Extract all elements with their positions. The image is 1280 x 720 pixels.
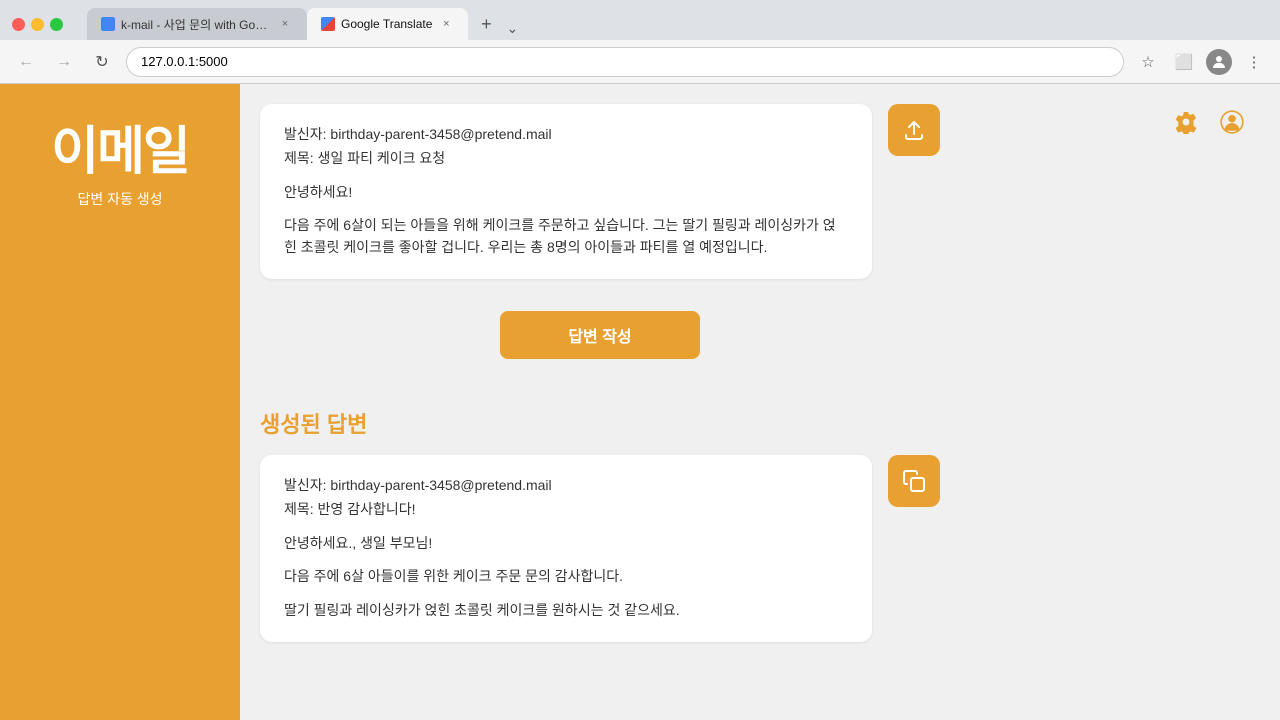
tab-mail-title: k-mail - 사업 문의 with Google... (121, 16, 271, 33)
menu-button[interactable]: ⋮ (1240, 48, 1268, 76)
extensions-button[interactable]: ⬜ (1170, 48, 1198, 76)
mail-favicon (101, 17, 115, 31)
email-sender-line: 발신자: birthday-parent-3458@pretend.mail (284, 124, 848, 144)
profile-avatar[interactable] (1206, 49, 1232, 75)
reply-sender-email: birthday-parent-3458@pretend.mail (330, 477, 551, 493)
maximize-button[interactable] (50, 18, 63, 31)
address-bar: ← → ↻ ☆ ⬜ ⋮ (0, 40, 1280, 84)
tab-translate[interactable]: Google Translate × (307, 8, 468, 40)
generated-reply-card-row: 발신자: birthday-parent-3458@pretend.mail 제… (260, 455, 940, 658)
reply-subject-text: 반영 감사합니다! (318, 501, 416, 517)
sidebar-title: 이메일 (51, 124, 189, 181)
close-button[interactable] (12, 18, 25, 31)
email-card: 발신자: birthday-parent-3458@pretend.mail 제… (260, 104, 872, 279)
tabs-bar: k-mail - 사업 문의 with Google... × Google T… (75, 8, 536, 40)
upload-button[interactable] (888, 104, 940, 156)
reply-body1: 다음 주에 6살 아들이를 위한 케이크 주문 문의 감사합니다. (284, 565, 848, 587)
star-button[interactable]: ☆ (1134, 48, 1162, 76)
subject-label: 제목: (284, 150, 314, 166)
tab-menu-button[interactable]: ⌄ (500, 16, 524, 40)
sidebar: 이메일 답변 자동 생성 (0, 84, 240, 720)
reply-body2: 딸기 필링과 레이싱카가 얹힌 초콜릿 케이크를 원하시는 것 같으세요. (284, 599, 848, 621)
tab-translate-close[interactable]: × (438, 16, 454, 32)
generated-reply-section: 생성된 답변 발신자: birthday-parent-3458@pretend… (260, 407, 1250, 658)
profile-icon-button[interactable] (1214, 104, 1250, 140)
email-subject-line: 제목: 생일 파티 케이크 요청 (284, 148, 848, 168)
copy-button[interactable] (888, 455, 940, 507)
new-tab-button[interactable]: + (472, 10, 500, 38)
generated-reply-card: 발신자: birthday-parent-3458@pretend.mail 제… (260, 455, 872, 642)
sender-email: birthday-parent-3458@pretend.mail (330, 126, 551, 142)
tab-translate-title: Google Translate (341, 17, 432, 31)
generated-reply-title: 생성된 답변 (260, 407, 880, 439)
title-bar: k-mail - 사업 문의 with Google... × Google T… (0, 0, 1280, 40)
email-subject-text: 생일 파티 케이크 요청 (318, 150, 446, 166)
write-reply-button[interactable]: 답변 작성 (500, 311, 700, 359)
forward-button[interactable]: → (50, 48, 78, 76)
page-content: 이메일 답변 자동 생성 발신자: (0, 84, 1280, 720)
google-translate-favicon (321, 17, 335, 31)
email-card-row: 발신자: birthday-parent-3458@pretend.mail 제… (260, 104, 940, 295)
tab-mail[interactable]: k-mail - 사업 문의 with Google... × (87, 8, 307, 40)
sidebar-subtitle: 답변 자동 생성 (51, 189, 189, 209)
window-controls (12, 18, 63, 31)
back-button[interactable]: ← (12, 48, 40, 76)
reply-sender-line: 발신자: birthday-parent-3458@pretend.mail (284, 475, 848, 495)
minimize-button[interactable] (31, 18, 44, 31)
reload-button[interactable]: ↻ (88, 48, 116, 76)
url-input[interactable] (126, 47, 1124, 77)
settings-icon-button[interactable] (1168, 104, 1204, 140)
reply-subject-label: 제목: (284, 501, 314, 517)
reply-sender-label: 발신자: (284, 477, 327, 493)
email-greeting: 안녕하세요! (284, 182, 848, 202)
main-area: 발신자: birthday-parent-3458@pretend.mail 제… (240, 84, 1280, 720)
email-body: 다음 주에 6살이 되는 아들을 위해 케이크를 주문하고 싶습니다. 그는 딸… (284, 214, 848, 259)
browser-chrome: k-mail - 사업 문의 with Google... × Google T… (0, 0, 1280, 84)
tab-mail-close[interactable]: × (277, 16, 293, 32)
top-icons (1168, 104, 1250, 140)
sender-label: 발신자: (284, 126, 327, 142)
toolbar-icons: ☆ ⬜ ⋮ (1134, 48, 1268, 76)
reply-greeting: 안녕하세요., 생일 부모님! (284, 533, 848, 553)
reply-subject-line: 제목: 반영 감사합니다! (284, 499, 848, 519)
